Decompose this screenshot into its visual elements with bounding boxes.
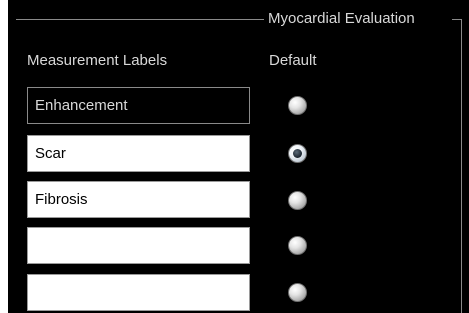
default-header: Default [269, 52, 317, 69]
myocardial-evaluation-panel: Myocardial Evaluation Measurement Labels… [8, 0, 469, 313]
label-field-enhancement: Enhancement [27, 87, 250, 124]
default-radio-scar[interactable] [288, 144, 307, 163]
default-radio-empty-1[interactable] [288, 236, 307, 255]
default-radio-fibrosis[interactable] [288, 191, 307, 210]
group-border-left [16, 19, 264, 20]
radio-selected-dot [293, 149, 302, 158]
label-field-fibrosis[interactable]: Fibrosis [27, 181, 250, 218]
group-border-vertical [461, 19, 462, 313]
label-field-scar[interactable]: Scar [27, 135, 250, 172]
measurement-labels-header: Measurement Labels [27, 52, 168, 69]
label-field-empty-1[interactable] [27, 227, 250, 264]
default-radio-empty-2[interactable] [288, 283, 307, 302]
label-field-empty-2[interactable] [27, 274, 250, 311]
group-title: Myocardial Evaluation [268, 10, 415, 27]
default-radio-enhancement[interactable] [288, 96, 307, 115]
